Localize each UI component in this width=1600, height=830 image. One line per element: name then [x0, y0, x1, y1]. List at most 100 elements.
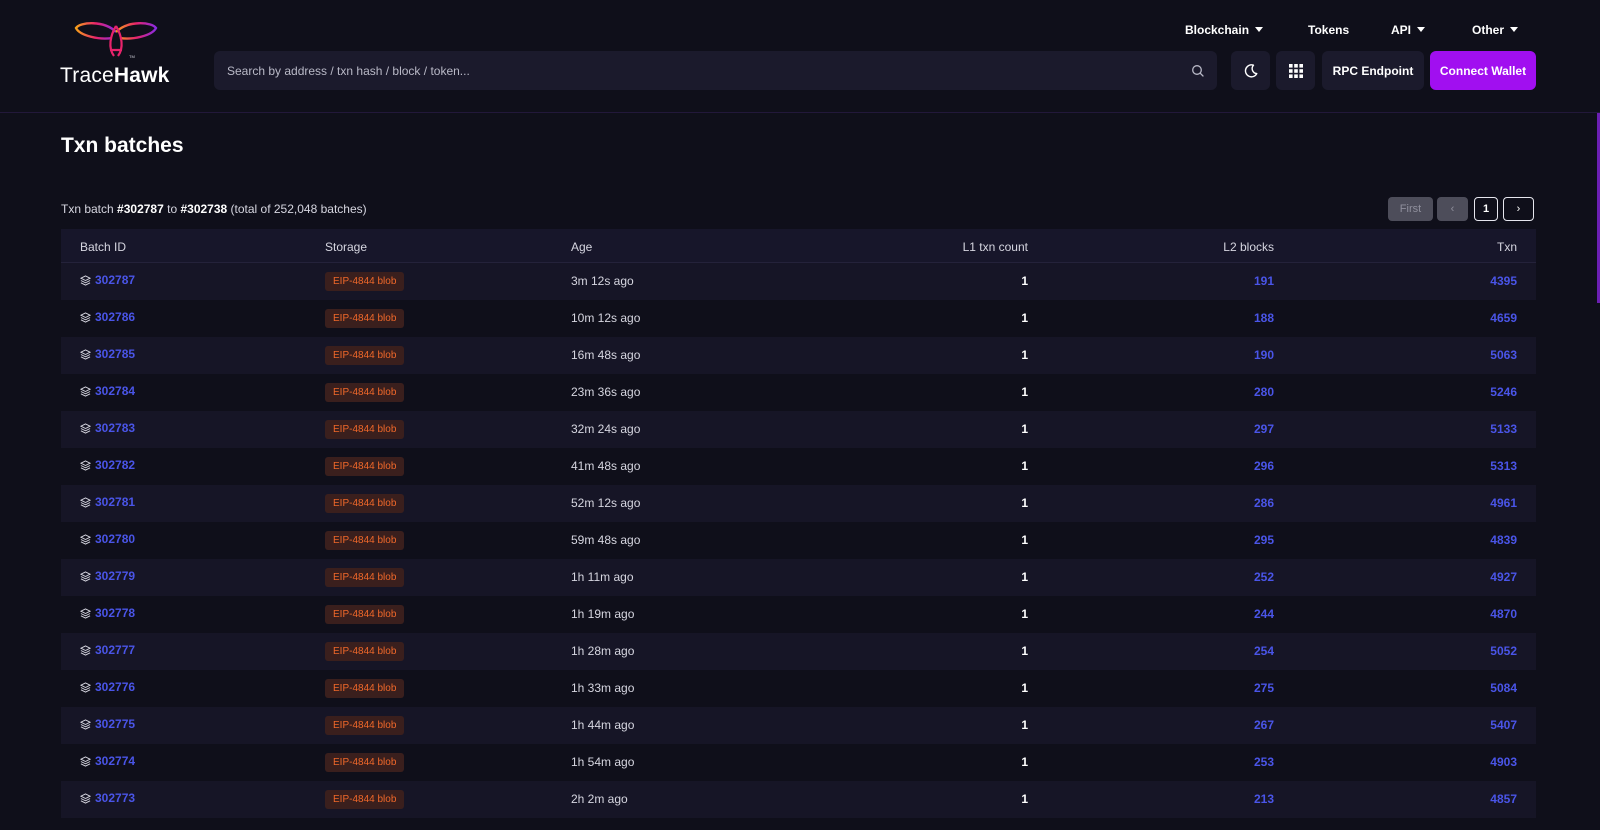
l2-blocks-link[interactable]: 296	[1254, 459, 1274, 473]
batch-id-link[interactable]: 302780	[95, 532, 135, 546]
table-row: 302778 EIP-4844 blob 1h 19m ago 1 244 4870	[61, 596, 1536, 633]
trademark-mark: TM	[129, 54, 135, 59]
l2-blocks-link[interactable]: 297	[1254, 422, 1274, 436]
txn-count-link[interactable]: 5407	[1490, 718, 1517, 732]
logo[interactable]: TM TraceHawk	[60, 22, 180, 92]
rpc-endpoint-button[interactable]: RPC Endpoint	[1322, 51, 1424, 90]
table-row: 302785 EIP-4844 blob 16m 48s ago 1 190 5063	[61, 337, 1536, 374]
txn-count-link[interactable]: 5133	[1490, 422, 1517, 436]
batch-id-link[interactable]: 302782	[95, 458, 135, 472]
storage-badge: EIP-4844 blob	[325, 272, 405, 291]
search-icon[interactable]	[1191, 64, 1205, 78]
batch-id-link[interactable]: 302779	[95, 569, 135, 583]
layers-icon	[80, 792, 91, 804]
l2-blocks-link[interactable]: 252	[1254, 570, 1274, 584]
storage-badge: EIP-4844 blob	[325, 679, 405, 698]
txn-count-link[interactable]: 5084	[1490, 681, 1517, 695]
search-input[interactable]	[214, 51, 1217, 90]
page-title: Txn batches	[61, 134, 184, 157]
storage-badge: EIP-4844 blob	[325, 605, 405, 624]
l2-blocks-link[interactable]: 188	[1254, 311, 1274, 325]
layers-icon	[80, 533, 91, 545]
txn-count-link[interactable]: 5313	[1490, 459, 1517, 473]
txn-count-link[interactable]: 4857	[1490, 792, 1517, 806]
grid-icon	[1288, 63, 1303, 78]
batch-id-cell: 302773	[80, 791, 135, 805]
theme-toggle-button[interactable]	[1231, 51, 1270, 90]
storage-badge: EIP-4844 blob	[325, 790, 405, 809]
age-cell: 52m 12s ago	[571, 496, 641, 510]
l1-txn-count-cell: 1	[1021, 348, 1028, 362]
l2-blocks-link[interactable]: 286	[1254, 496, 1274, 510]
txn-count-link[interactable]: 4659	[1490, 311, 1517, 325]
l2-blocks-link[interactable]: 280	[1254, 385, 1274, 399]
batch-id-link[interactable]: 302774	[95, 754, 135, 768]
txn-count-link[interactable]: 4903	[1490, 755, 1517, 769]
batch-id-link[interactable]: 302783	[95, 421, 135, 435]
nav-tokens[interactable]: Tokens	[1308, 23, 1349, 37]
batch-id-link[interactable]: 302773	[95, 791, 135, 805]
layers-icon	[80, 681, 91, 693]
batch-id-link[interactable]: 302775	[95, 717, 135, 731]
l2-blocks-link[interactable]: 190	[1254, 348, 1274, 362]
txn-count-link[interactable]: 5052	[1490, 644, 1517, 658]
txn-count-link[interactable]: 4961	[1490, 496, 1517, 510]
table-row: 302783 EIP-4844 blob 32m 24s ago 1 297 5133	[61, 411, 1536, 448]
l2-blocks-link[interactable]: 275	[1254, 681, 1274, 695]
l2-blocks-link[interactable]: 244	[1254, 607, 1274, 621]
nav-api[interactable]: API	[1391, 23, 1426, 37]
batch-id-link[interactable]: 302786	[95, 310, 135, 324]
table-row: 302784 EIP-4844 blob 23m 36s ago 1 280 5246	[61, 374, 1536, 411]
storage-badge: EIP-4844 blob	[325, 753, 405, 772]
chevron-down-icon	[1510, 27, 1519, 33]
l1-txn-count-cell: 1	[1021, 644, 1028, 658]
batches-table: Batch ID Storage Age L1 txn count L2 blo…	[61, 229, 1536, 818]
nav-blockchain[interactable]: Blockchain	[1185, 23, 1264, 37]
header-l1-txn-count: L1 txn count	[962, 240, 1028, 254]
batch-id-link[interactable]: 302785	[95, 347, 135, 361]
l2-blocks-link[interactable]: 254	[1254, 644, 1274, 658]
apps-button[interactable]	[1276, 51, 1315, 90]
next-page-button[interactable]: ›	[1503, 197, 1534, 221]
layers-icon	[80, 718, 91, 730]
txn-count-link[interactable]: 4839	[1490, 533, 1517, 547]
batch-id-link[interactable]: 302777	[95, 643, 135, 657]
txn-count-link[interactable]: 4870	[1490, 607, 1517, 621]
first-page-button[interactable]: First	[1388, 197, 1433, 221]
batch-id-link[interactable]: 302787	[95, 273, 135, 287]
txn-count-link[interactable]: 5246	[1490, 385, 1517, 399]
age-cell: 1h 19m ago	[571, 607, 635, 621]
batch-id-cell: 302787	[80, 273, 135, 287]
batch-id-link[interactable]: 302776	[95, 680, 135, 694]
pagination: First ‹ 1 ›	[0, 197, 1600, 221]
table-row: 302786 EIP-4844 blob 10m 12s ago 1 188 4659	[61, 300, 1536, 337]
layers-icon	[80, 311, 91, 323]
layers-icon	[80, 459, 91, 471]
txn-count-link[interactable]: 4395	[1490, 274, 1517, 288]
age-cell: 10m 12s ago	[571, 311, 641, 325]
batch-id-link[interactable]: 302781	[95, 495, 135, 509]
l1-txn-count-cell: 1	[1021, 607, 1028, 621]
header-batch-id: Batch ID	[80, 240, 127, 254]
storage-badge: EIP-4844 blob	[325, 568, 405, 587]
l2-blocks-link[interactable]: 191	[1254, 274, 1274, 288]
txn-count-link[interactable]: 4927	[1490, 570, 1517, 584]
header-age: Age	[571, 240, 593, 254]
l2-blocks-link[interactable]: 267	[1254, 718, 1274, 732]
txn-count-link[interactable]: 5063	[1490, 348, 1517, 362]
table-body: 302787 EIP-4844 blob 3m 12s ago 1 191 4395 302…	[61, 263, 1536, 818]
l2-blocks-link[interactable]: 213	[1254, 792, 1274, 806]
connect-wallet-button[interactable]: Connect Wallet	[1430, 51, 1536, 90]
moon-icon	[1244, 63, 1257, 78]
l2-blocks-link[interactable]: 253	[1254, 755, 1274, 769]
nav-other[interactable]: Other	[1472, 23, 1519, 37]
batch-id-link[interactable]: 302784	[95, 384, 135, 398]
batch-id-link[interactable]: 302778	[95, 606, 135, 620]
l1-txn-count-cell: 1	[1021, 533, 1028, 547]
l2-blocks-link[interactable]: 295	[1254, 533, 1274, 547]
storage-badge: EIP-4844 blob	[325, 309, 405, 328]
batch-id-cell: 302781	[80, 495, 135, 509]
prev-page-button[interactable]: ‹	[1437, 197, 1468, 221]
l1-txn-count-cell: 1	[1021, 681, 1028, 695]
batch-id-cell: 302783	[80, 421, 135, 435]
